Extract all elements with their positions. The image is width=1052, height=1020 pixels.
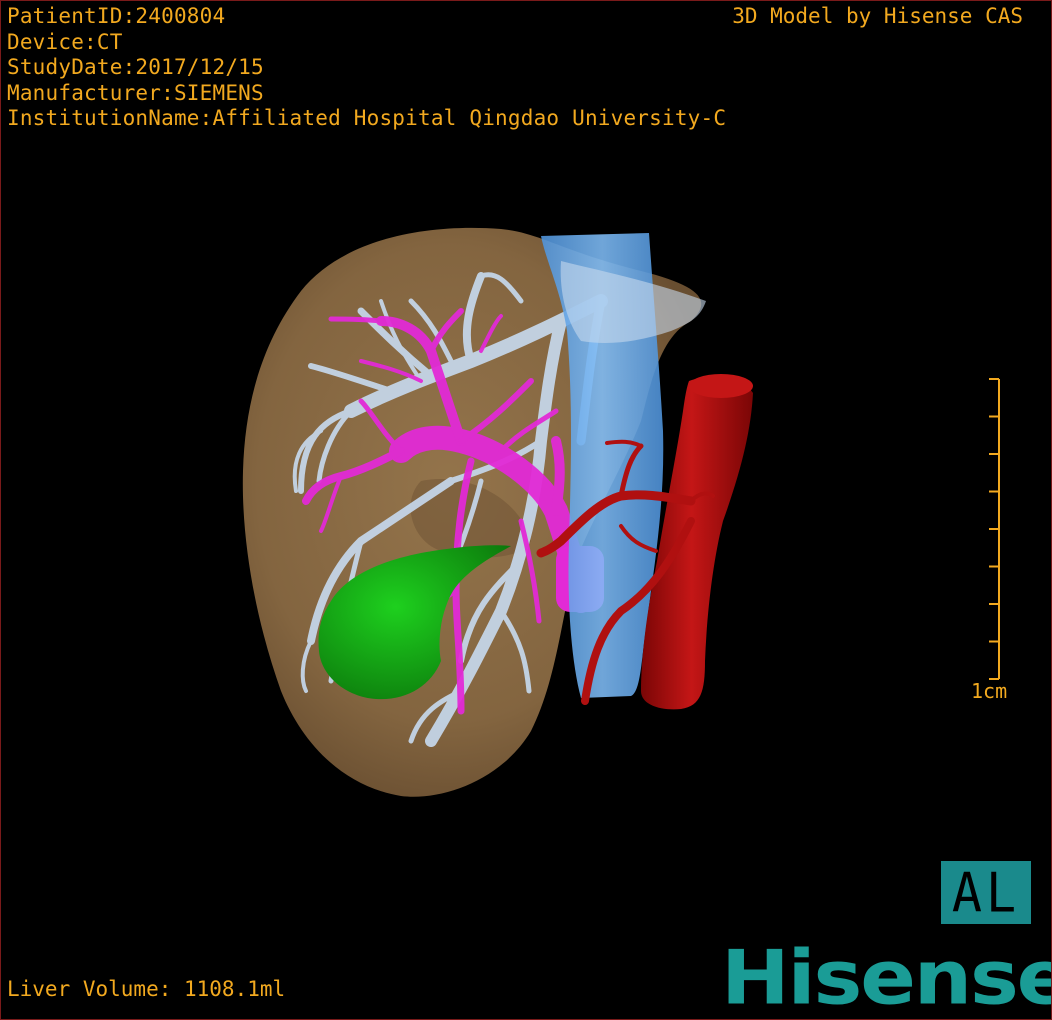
scale-bar (989, 378, 1000, 680)
scale-label: 1cm (971, 679, 1008, 703)
liver-volume-label: Liver Volume: 1108.1ml (7, 977, 286, 1001)
hisense-logo: Hisense (721, 934, 1052, 1020)
3d-viewport[interactable]: PatientID:2400804 Device:CT StudyDate:20… (0, 0, 1052, 1020)
orientation-label: AL (951, 861, 1021, 924)
orientation-indicator: AL (941, 861, 1031, 924)
